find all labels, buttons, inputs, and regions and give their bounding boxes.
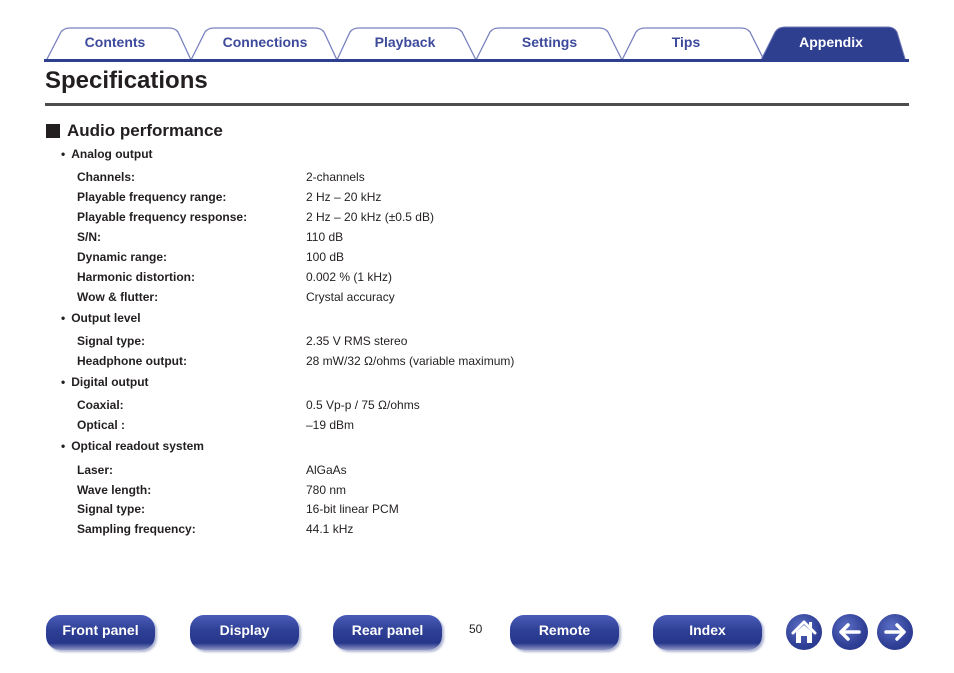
spec-key: Signal type:	[77, 334, 146, 348]
group-label-text: Analog output	[71, 147, 153, 161]
spec-key: Wow & flutter:	[77, 290, 159, 304]
back-arrow-icon	[839, 623, 861, 641]
spec-key: Sampling frequency:	[77, 522, 196, 536]
group-label-output-level: • Output level	[61, 311, 141, 325]
bullet-icon: •	[61, 147, 66, 161]
group-label-text: Digital output	[71, 375, 149, 389]
spec-value: –19 dBm	[306, 418, 355, 432]
group-label-text: Output level	[71, 311, 141, 325]
tab-contents[interactable]: Contents	[62, 34, 168, 50]
spec-value: 2.35 V RMS stereo	[306, 334, 408, 348]
home-icon	[791, 620, 817, 643]
spec-value: Crystal accuracy	[306, 290, 395, 304]
tab-underline	[44, 59, 909, 62]
spec-value: 2-channels	[306, 170, 365, 184]
spec-value: 28 mW/32 Ω/ohms (variable maximum)	[306, 354, 515, 368]
page-title: Specifications	[45, 67, 208, 94]
spec-value: 0.002 % (1 kHz)	[306, 270, 393, 284]
section-heading: Audio performance	[46, 121, 223, 141]
bullet-icon: •	[61, 439, 66, 453]
spec-value: 110 dB	[306, 230, 344, 244]
spec-key: Dynamic range:	[77, 250, 168, 264]
spec-key: Playable frequency response:	[77, 210, 248, 224]
spec-value: 16-bit linear PCM	[306, 502, 399, 516]
spec-value: 2 Hz – 20 kHz	[306, 190, 382, 204]
spec-key: Harmonic distortion:	[77, 270, 196, 284]
square-bullet-icon	[46, 124, 60, 138]
spec-value: AlGaAs	[306, 463, 347, 477]
title-divider	[45, 103, 909, 106]
tab-tips[interactable]: Tips	[636, 34, 736, 50]
section-heading-text: Audio performance	[67, 121, 223, 140]
tab-connections[interactable]: Connections	[206, 34, 324, 50]
page-number: 50	[469, 622, 483, 636]
spec-key: Coaxial:	[77, 398, 124, 412]
group-label-text: Optical readout system	[71, 439, 204, 453]
tab-playback[interactable]: Playback	[350, 34, 460, 50]
tab-appendix[interactable]: Appendix	[776, 34, 886, 50]
spec-key: Optical :	[77, 418, 126, 432]
group-label-analog-output: • Analog output	[61, 147, 153, 161]
spec-key: Signal type:	[77, 502, 146, 516]
rear-panel-button[interactable]: Rear panel	[333, 615, 442, 650]
spec-key: Headphone output:	[77, 354, 187, 368]
home-button[interactable]	[786, 614, 822, 650]
bullet-icon: •	[61, 311, 66, 325]
display-button[interactable]: Display	[190, 615, 299, 650]
spec-key: S/N:	[77, 230, 101, 244]
back-button[interactable]	[832, 614, 868, 650]
spec-key: Wave length:	[77, 483, 152, 497]
spec-value: 100 dB	[306, 250, 345, 264]
bullet-icon: •	[61, 375, 66, 389]
forward-button[interactable]	[877, 614, 913, 650]
spec-key: Playable frequency range:	[77, 190, 227, 204]
front-panel-button[interactable]: Front panel	[46, 615, 155, 650]
spec-key: Laser:	[77, 463, 114, 477]
group-label-digital-output: • Digital output	[61, 375, 149, 389]
spec-key: Channels:	[77, 170, 136, 184]
spec-value: 780 nm	[306, 483, 347, 497]
tab-bar-nav: Contents Connections Playback Settings T…	[44, 26, 909, 62]
spec-value: 44.1 kHz	[306, 522, 354, 536]
tab-settings[interactable]: Settings	[492, 34, 607, 50]
forward-arrow-icon	[884, 623, 906, 641]
spec-value: 2 Hz – 20 kHz (±0.5 dB)	[306, 210, 434, 224]
group-label-optical-readout-system: • Optical readout system	[61, 439, 204, 453]
index-button[interactable]: Index	[653, 615, 762, 650]
remote-button[interactable]: Remote	[510, 615, 619, 650]
spec-value: 0.5 Vp-p / 75 Ω/ohms	[306, 398, 420, 412]
